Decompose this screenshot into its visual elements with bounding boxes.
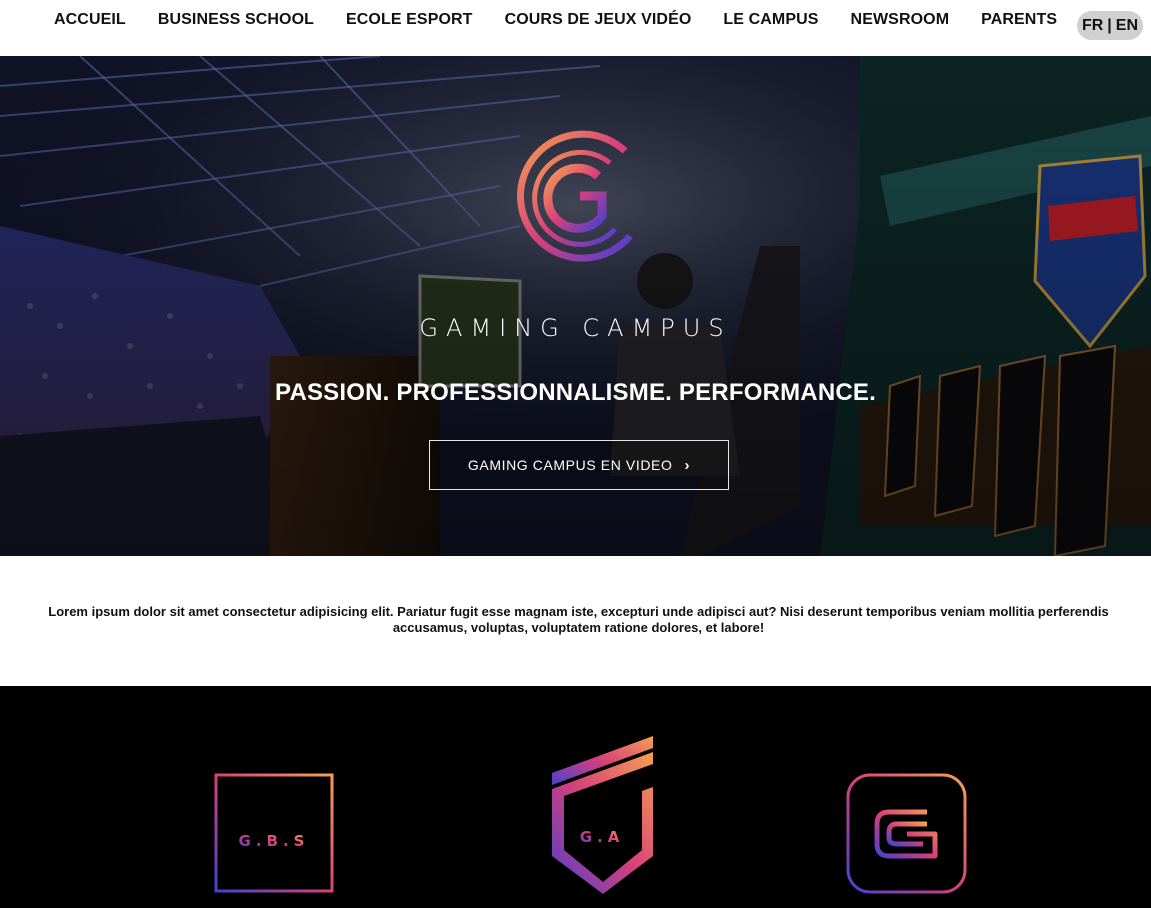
hero-brand-title: GAMING CAMPUS — [419, 314, 732, 342]
top-navigation: ACCUEIL BUSINESS SCHOOL ECOLE ESPORT COU… — [0, 0, 1151, 56]
nav-item-ecole-esport[interactable]: ECOLE ESPORT — [330, 10, 489, 30]
nav-item-le-campus[interactable]: LE CAMPUS — [707, 10, 834, 30]
nav-item-business-school[interactable]: BUSINESS SCHOOL — [142, 10, 330, 30]
hero-tagline: PASSION. PROFESSIONNALISME. PERFORMANCE. — [275, 379, 876, 406]
nav-links: ACCUEIL BUSINESS SCHOOL ECOLE ESPORT COU… — [38, 10, 1073, 30]
lang-separator: | — [1107, 16, 1112, 34]
gbs-label: G.B.S — [239, 832, 310, 850]
hero-banner: GAMING CAMPUS PASSION. PROFESSIONNALISME… — [0, 56, 1151, 556]
nav-item-cours-jeux-video[interactable]: COURS DE JEUX VIDÉO — [489, 10, 708, 30]
language-switcher: FR | EN — [1077, 11, 1143, 40]
ga-label: G.A — [580, 828, 625, 846]
gaming-campus-school-logo[interactable] — [845, 772, 969, 896]
lang-fr[interactable]: FR — [1081, 17, 1104, 35]
intro-paragraph: Lorem ipsum dolor sit amet consectetur a… — [48, 604, 1109, 635]
video-button-label: GAMING CAMPUS EN VIDEO — [467, 457, 673, 473]
gbs-logo[interactable]: G.B.S — [212, 772, 336, 894]
ga-logo[interactable]: G.A — [548, 736, 658, 896]
lang-en[interactable]: EN — [1115, 17, 1139, 35]
schools-section: G.B.S G.A — [0, 686, 1151, 908]
gaming-campus-logo — [517, 130, 633, 262]
chevron-right-icon: › — [684, 456, 691, 474]
nav-item-accueil[interactable]: ACCUEIL — [38, 10, 142, 30]
gaming-campus-video-button[interactable]: GAMING CAMPUS EN VIDEO › — [429, 440, 729, 490]
nav-item-parents[interactable]: PARENTS — [965, 10, 1073, 30]
nav-item-newsroom[interactable]: NEWSROOM — [835, 10, 966, 30]
